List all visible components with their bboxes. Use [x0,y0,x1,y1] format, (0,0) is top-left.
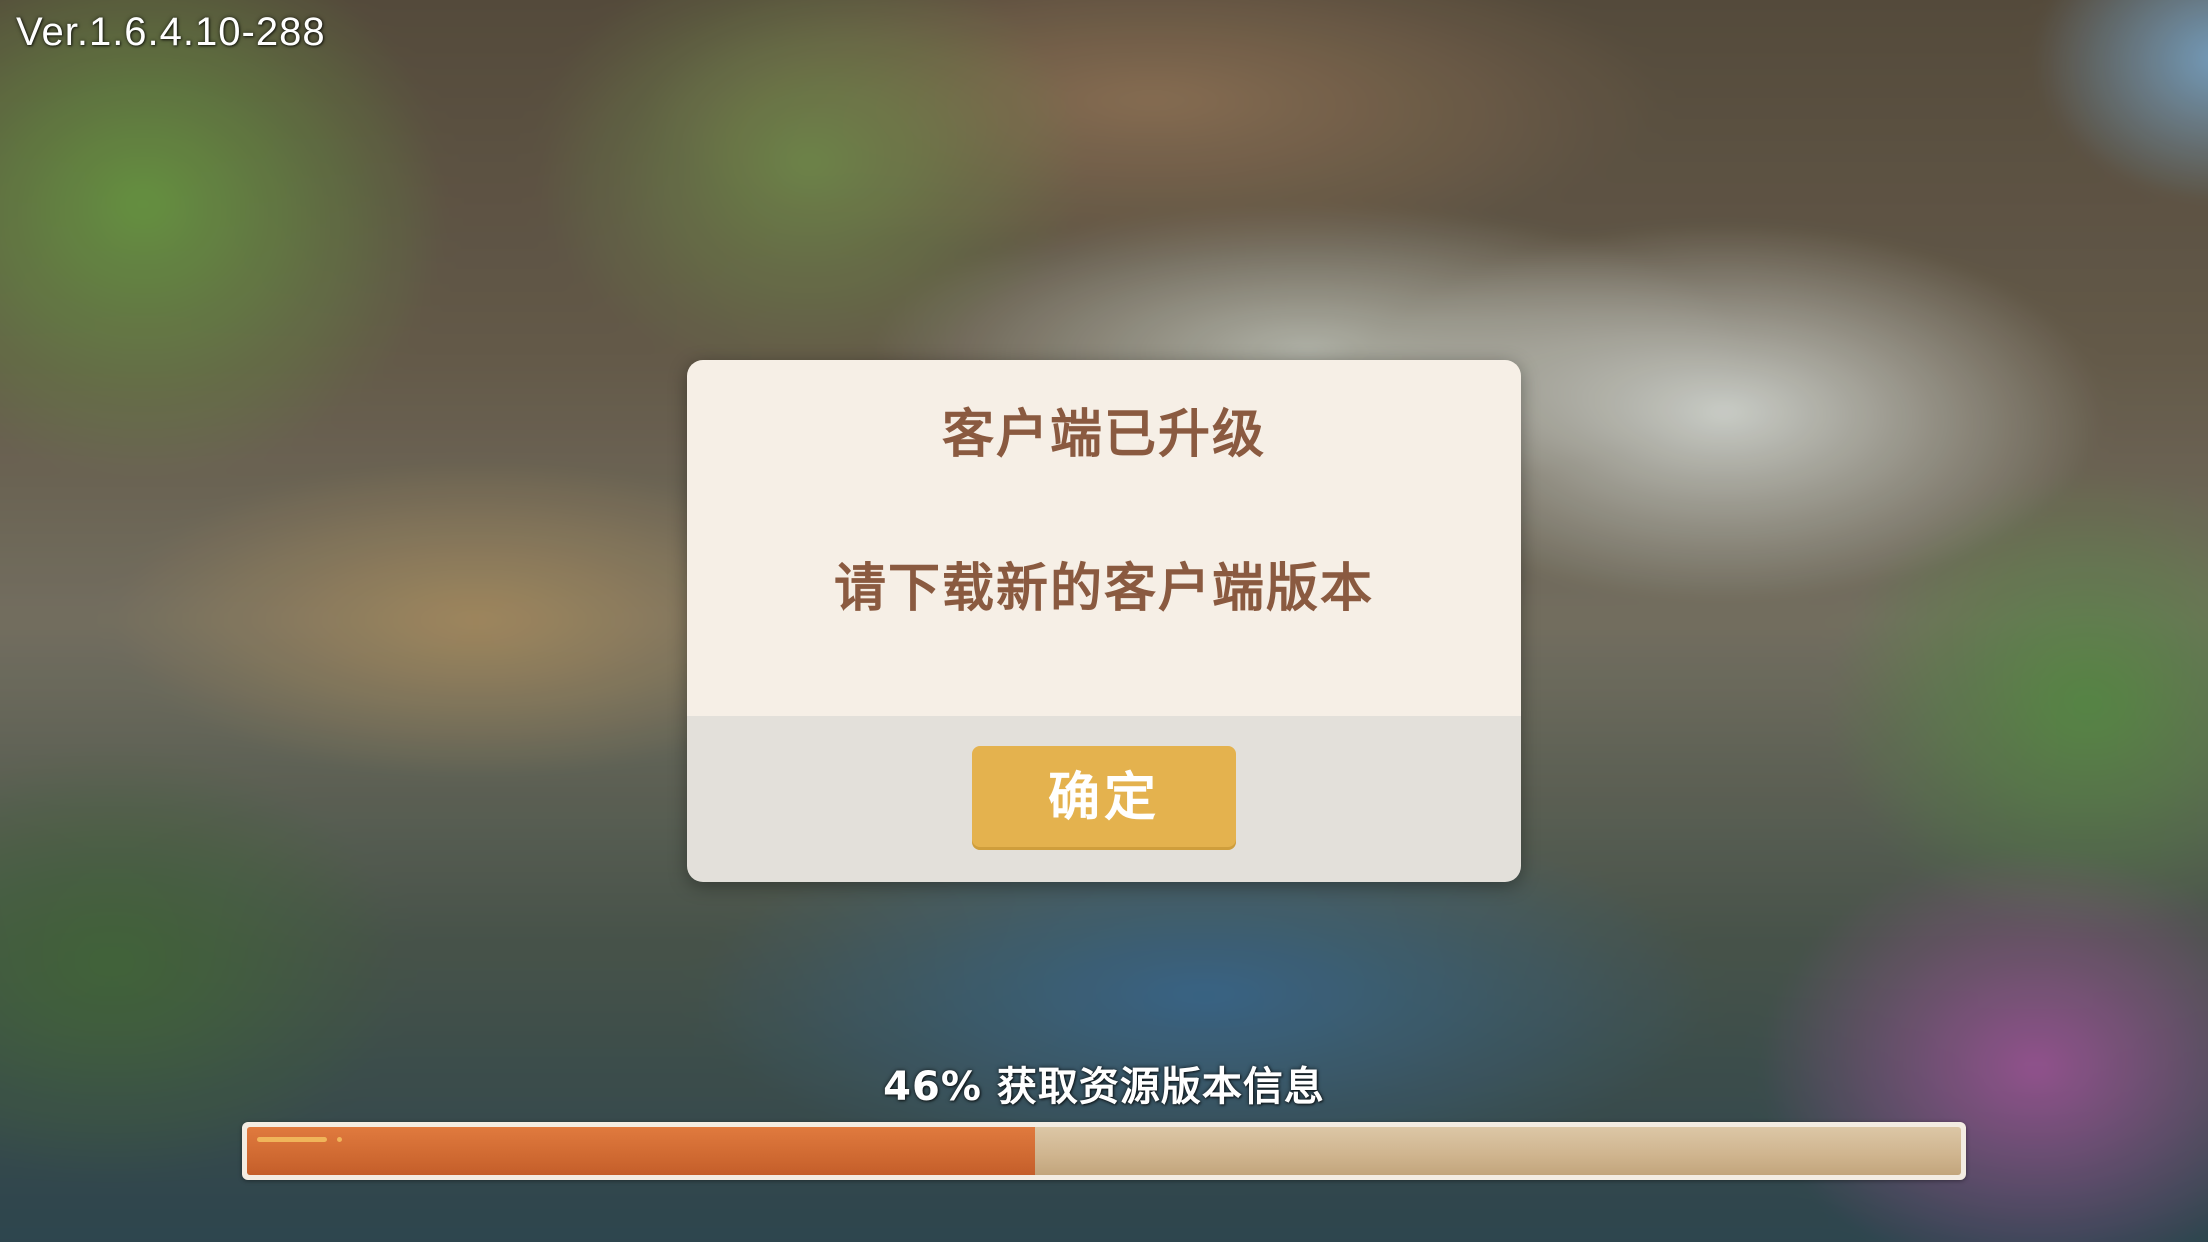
confirm-button[interactable]: 确定 [972,746,1236,850]
version-label: Ver.1.6.4.10-288 [16,10,326,54]
progress-highlight-dot [337,1137,342,1142]
progress-highlight [257,1137,327,1142]
dialog-footer: 确定 [687,716,1521,882]
loading-progress-bar [242,1122,1966,1180]
loading-status-text: 46% 获取资源版本信息 [883,1064,1325,1110]
progress-fill [247,1127,1036,1175]
progress-track-inner [247,1127,1961,1175]
game-loading-screen: Ver.1.6.4.10-288 客户端已升级 请下载新的客户端版本 确定 46… [0,0,2208,1242]
dialog-message: 请下载新的客户端版本 [833,559,1374,619]
dialog-body: 客户端已升级 请下载新的客户端版本 [687,360,1521,716]
dialog-title: 客户端已升级 [941,405,1266,465]
update-dialog: 客户端已升级 请下载新的客户端版本 确定 [687,360,1521,882]
